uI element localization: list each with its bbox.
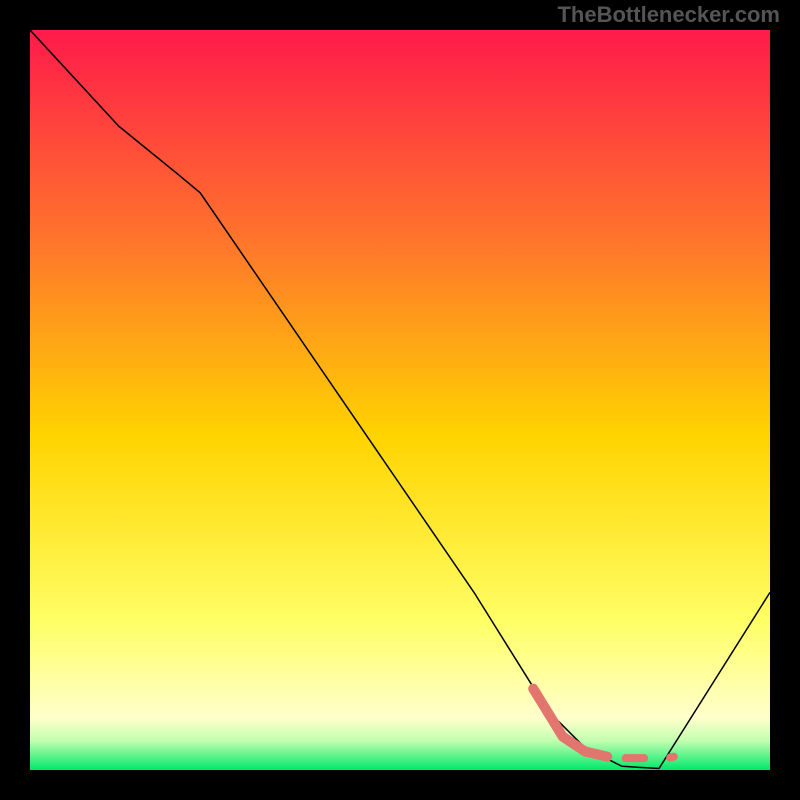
gradient-background [30,30,770,770]
series-highlight-dot [670,757,674,758]
chart-svg [30,30,770,770]
watermark-text: TheBottlenecker.com [557,2,780,28]
chart-plot-area [30,30,770,770]
